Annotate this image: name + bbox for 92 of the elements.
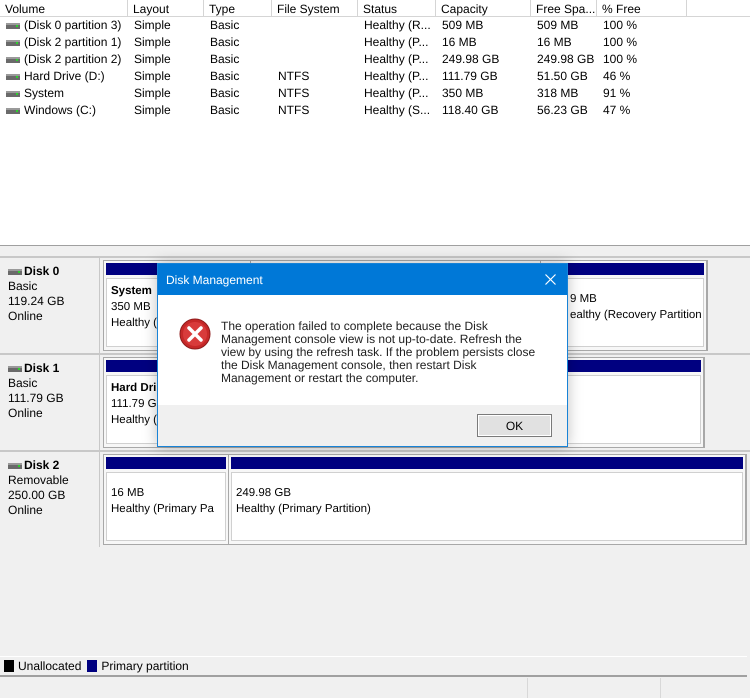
disk-name: Disk 0 [24,264,60,279]
table-cell: Basic [210,68,240,85]
table-cell: Simple [134,68,171,85]
table-cell: Simple [134,17,171,34]
dialog-title: Disk Management [166,272,263,286]
volume-name: (Disk 0 partition 3) [24,17,122,34]
table-cell: Basic [210,51,240,68]
table-cell: Healthy (P... [364,85,428,102]
drive-icon [6,90,20,96]
partition-info: 9 MB [570,292,597,307]
legend-label: Primary partition [101,659,189,673]
drive-icon [6,22,20,28]
volume-name: (Disk 2 partition 1) [24,34,122,51]
column-header[interactable]: File System [272,0,358,17]
table-cell: Basic [210,17,240,34]
drive-icon [6,74,20,80]
table-cell: 249.98 GB [537,51,594,68]
table-cell: 91 % [603,85,630,102]
partition-info: 111.79 G [111,397,157,412]
table-cell: 100 % [603,51,638,68]
partition-info: ealthy (Recovery Partition [570,308,702,323]
table-cell: 118.40 GB [442,102,498,119]
disk-info: 111.79 GB [8,391,65,406]
table-cell: Healthy (P... [364,51,428,68]
partition-info: Healthy ( [111,316,158,331]
table-cell: 111.79 GB [442,68,498,85]
disk-info: Removable [8,473,70,488]
table-cell: NTFS [278,85,310,102]
column-header[interactable]: Type [204,0,272,17]
disk-info: Online [8,309,44,324]
disk-info: 250.00 GB [8,488,66,503]
partition[interactable]: 249.98 GB Healthy (Primary Partition) [229,455,746,544]
drive-icon [6,108,20,114]
table-cell: Healthy (R... [364,17,431,34]
table-cell: NTFS [278,102,310,119]
column-header[interactable]: Capacity [436,0,531,17]
partition-name: System [111,284,152,299]
drive-icon [6,40,20,46]
table-cell: 509 MB [442,17,484,34]
error-icon [179,318,211,350]
table-cell: Simple [134,102,171,119]
table-cell: Healthy (P... [364,34,428,51]
partition-info: 350 MB [111,300,151,315]
error-message: The operation failed to complete because the Disk Management console view is not up-to-date. Refresh the view by using the refresh task. If the problem persists close the Disk Management console, then restart Disk Management or restart the computer. [221,320,536,387]
disk-info: Basic [8,279,38,294]
table-cell: Basic [210,85,240,102]
close-icon[interactable] [544,274,556,285]
table-cell: Simple [134,51,171,68]
disk-info: Online [8,503,44,518]
table-cell: 16 MB [537,34,572,51]
volume-name: (Disk 2 partition 2) [24,51,122,68]
volume-name: System [24,85,64,102]
partition-info: Healthy (Primary Pa [111,502,214,517]
disk-name: Disk 1 [24,361,60,376]
partition[interactable]: 16 MB Healthy (Primary Pa [104,455,229,544]
partition-info: Healthy ( [111,413,158,428]
disk-name: Disk 2 [24,458,60,473]
table-cell: 249.98 GB [442,51,500,68]
table-cell: 100 % [603,17,638,34]
partition-info: Healthy (Primary Partition) [236,502,371,517]
column-header[interactable]: % Free [597,0,687,17]
partition-info: 249.98 GB [236,486,291,501]
table-cell: 100 % [603,34,638,51]
table-cell: 16 MB [442,34,477,51]
table-cell: 509 MB [537,17,578,34]
disk-info: Basic [8,376,38,391]
table-cell: 350 MB [442,85,484,102]
table-cell: 47 % [603,102,630,119]
table-cell: 51.50 GB [537,68,588,85]
partition-info: 16 MB [111,486,144,501]
table-cell: Simple [134,34,171,51]
legend-label: Unallocated [18,659,82,673]
column-header[interactable]: Free Spa... [531,0,597,17]
disk-info: 119.24 GB [8,294,66,309]
table-cell: 46 % [603,68,630,85]
table-cell: Simple [134,85,171,102]
table-cell: NTFS [278,68,310,85]
ok-button[interactable]: OK [477,414,552,437]
column-header[interactable]: Volume [0,0,128,17]
drive-icon [6,56,20,62]
volume-name: Windows (C:) [24,102,96,119]
table-cell: Healthy (S... [364,102,430,119]
volume-name: Hard Drive (D:) [24,68,105,85]
table-cell: 318 MB [537,85,578,102]
table-cell: Basic [210,34,240,51]
table-cell: 56.23 GB [537,102,588,119]
column-header[interactable]: Status [358,0,436,17]
table-cell: Healthy (P... [364,68,428,85]
partition-name: Hard Dri [111,381,156,396]
column-header[interactable]: Layout [128,0,204,17]
disk-info: Online [8,406,44,421]
table-cell: Basic [210,102,240,119]
